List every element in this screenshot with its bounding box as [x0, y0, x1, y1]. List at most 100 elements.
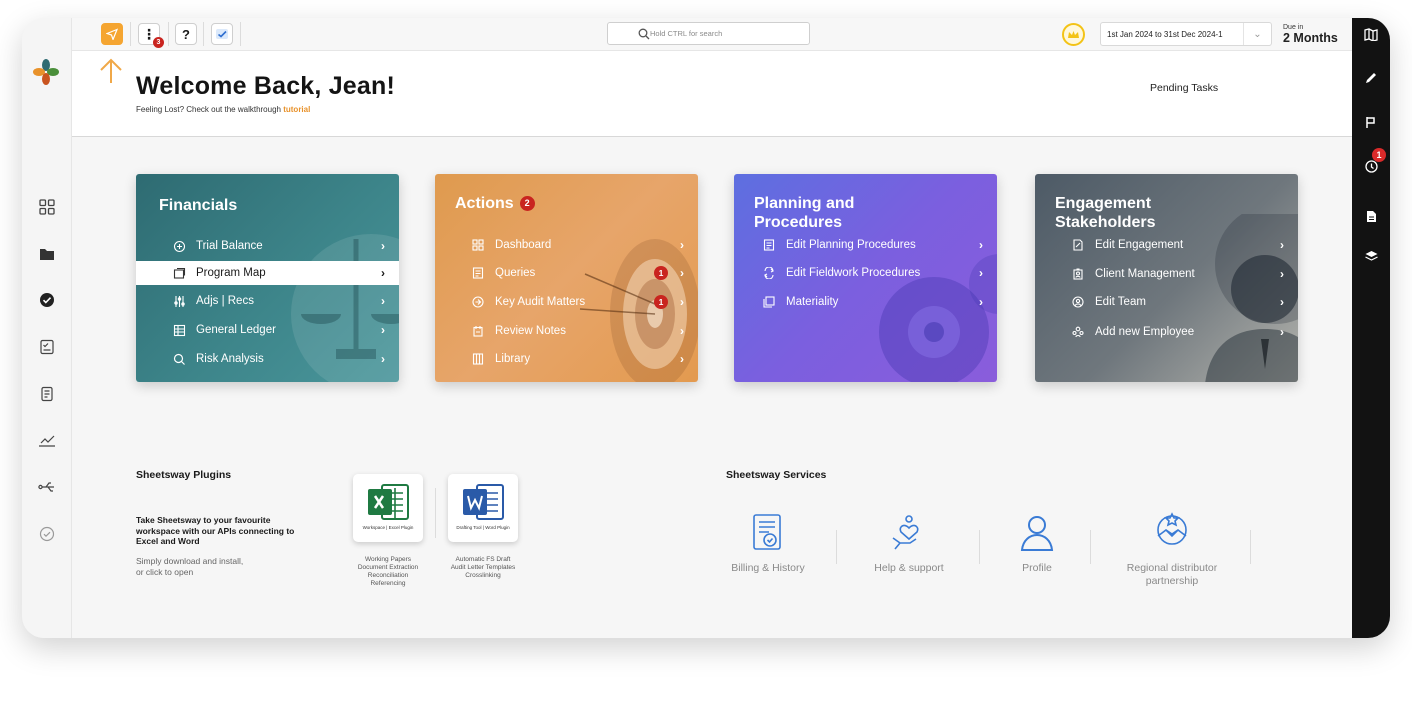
profile-label: Profile [1022, 562, 1052, 574]
dashboard-item[interactable]: Dashboard › [435, 233, 698, 257]
excel-plugin-caption: Working Papers Document Extraction Recon… [343, 556, 433, 589]
nav-check-circle-icon[interactable] [22, 285, 72, 315]
materiality-item[interactable]: Materiality › [734, 290, 997, 314]
nav-task-done-icon[interactable] [22, 519, 72, 549]
chevron-right-icon: › [1280, 325, 1284, 339]
queries-item[interactable]: Queries 1 › [435, 261, 698, 285]
key-audit-matters-item[interactable]: Key Audit Matters 1 › [435, 290, 698, 314]
chevron-right-icon: › [680, 238, 684, 252]
general-ledger-item[interactable]: General Ledger › [136, 318, 399, 342]
trial-balance-item[interactable]: Trial Balance › [136, 234, 399, 258]
chevron-right-icon: › [979, 266, 983, 280]
financials-title: Financials [159, 197, 238, 214]
risk-analysis-item[interactable]: Risk Analysis › [136, 347, 399, 371]
due-label: Due in [1283, 24, 1304, 31]
report-icon[interactable] [1352, 202, 1390, 230]
planning-title-line2: Procedures [754, 214, 843, 232]
search-input[interactable]: Hold CTRL for search [607, 22, 810, 45]
due-indicator: Due in 2 Months [1283, 24, 1338, 45]
regional-partnership-service[interactable]: Regional distributor partnership [1117, 512, 1227, 587]
review-notes-item[interactable]: Review Notes › [435, 319, 698, 343]
up-arrow-icon[interactable] [98, 57, 124, 85]
edit-engagement-item[interactable]: Edit Engagement › [1035, 233, 1298, 257]
nav-checklist-icon[interactable] [22, 332, 72, 362]
financials-card: Financials Trial Balance › Program Map ›… [136, 174, 399, 382]
trial-balance-icon [172, 239, 186, 253]
chevron-right-icon: › [680, 295, 684, 309]
program-map-icon [172, 266, 186, 280]
chevron-down-icon: ⌄ [1243, 23, 1271, 45]
menu-badge: 3 [153, 37, 164, 48]
chevron-right-icon: › [381, 352, 385, 366]
pencil-icon[interactable] [1352, 63, 1390, 91]
profile-icon [1020, 516, 1054, 551]
check-badge-icon[interactable] [211, 23, 233, 45]
ledger-icon [172, 323, 186, 337]
layers-icon[interactable] [1352, 242, 1390, 270]
tutorial-link[interactable]: tutorial [283, 105, 310, 114]
adjs-recs-item[interactable]: Adjs | Recs › [136, 289, 399, 313]
library-icon [471, 352, 485, 366]
help-support-label: Help & support [874, 562, 944, 574]
plugins-sub-line2: or click to open [136, 567, 194, 578]
help-support-service[interactable]: Help & support [854, 512, 964, 575]
adjs-recs-label: Adjs | Recs [196, 295, 254, 307]
excel-caption-line: Reconciliation [367, 572, 409, 580]
task-alert-icon[interactable]: 1 [1352, 148, 1390, 180]
word-plugin-tile[interactable]: Drafting Tool | Word Plugin [448, 474, 518, 542]
crown-icon[interactable] [1062, 23, 1085, 46]
flag-icon[interactable] [1352, 108, 1390, 136]
edit-team-item[interactable]: Edit Team › [1035, 290, 1298, 314]
edit-fieldwork-procedures-item[interactable]: Edit Fieldwork Procedures › [734, 261, 997, 285]
excel-caption-line: Working Papers [364, 556, 412, 563]
add-employee-icon [1071, 325, 1085, 339]
planning-title: Planning and Procedures [754, 194, 854, 232]
add-new-employee-item[interactable]: Add new Employee › [1035, 320, 1298, 344]
team-icon [1071, 295, 1085, 309]
library-item[interactable]: Library › [435, 347, 698, 371]
plugins-subtext: Simply download and install, or click to… [136, 556, 243, 578]
program-map-label: Program Map [196, 267, 266, 279]
actions-title: Actions 2 [455, 194, 535, 213]
planning-card: Planning and Procedures Edit Planning Pr… [734, 174, 997, 382]
nav-dashboard-icon[interactable] [22, 192, 72, 222]
queries-icon [471, 266, 485, 280]
excel-caption-line: Document Extraction [357, 564, 419, 572]
risk-search-icon [172, 352, 186, 366]
chevron-right-icon: › [979, 295, 983, 309]
nav-folder-icon[interactable] [22, 239, 72, 269]
handshake-icon [1157, 512, 1187, 545]
chevron-right-icon: › [680, 324, 684, 338]
client-management-item[interactable]: Client Management › [1035, 262, 1298, 286]
pending-tasks[interactable]: Pending Tasks [1150, 82, 1218, 94]
regional-partnership-label: Regional distributor partnership [1127, 562, 1217, 587]
map-icon[interactable] [1352, 20, 1390, 48]
word-icon [463, 484, 504, 520]
date-range-select[interactable]: 1st Jan 2024 to 31st Dec 2024-1 ⌄ [1100, 22, 1272, 46]
nav-chart-icon[interactable] [22, 425, 72, 455]
program-map-item[interactable]: Program Map › [136, 261, 399, 285]
more-menu-icon[interactable]: ⋮ 3 [138, 23, 164, 48]
key-audit-matters-badge: 1 [654, 295, 668, 309]
billing-history-service[interactable]: Billing & History [713, 512, 823, 575]
planning-title-line1: Planning and [754, 195, 855, 212]
key-audit-matters-label: Key Audit Matters [495, 296, 586, 308]
nav-document-icon[interactable] [22, 379, 72, 409]
search-placeholder: Hold CTRL for search [650, 29, 723, 38]
main-content: Financials Trial Balance › Program Map ›… [72, 137, 1352, 638]
materiality-icon [762, 295, 776, 309]
dashboard-icon [471, 238, 485, 252]
excel-plugin-tile[interactable]: Workspace | Excel Plugin [353, 474, 423, 542]
client-icon [1071, 267, 1085, 281]
right-bar-badge: 1 [1372, 148, 1386, 162]
queries-badge: 1 [654, 266, 668, 280]
send-icon[interactable] [101, 23, 123, 45]
edit-planning-procedures-item[interactable]: Edit Planning Procedures › [734, 233, 997, 257]
profile-service[interactable]: Profile [982, 512, 1092, 575]
nav-usb-icon[interactable] [22, 472, 72, 502]
help-button[interactable]: ? [175, 23, 197, 45]
engagement-title-line1: Engagement [1055, 195, 1152, 212]
general-ledger-label: General Ledger [196, 324, 276, 336]
actions-title-text: Actions [455, 195, 514, 212]
materiality-label: Materiality [786, 296, 839, 308]
